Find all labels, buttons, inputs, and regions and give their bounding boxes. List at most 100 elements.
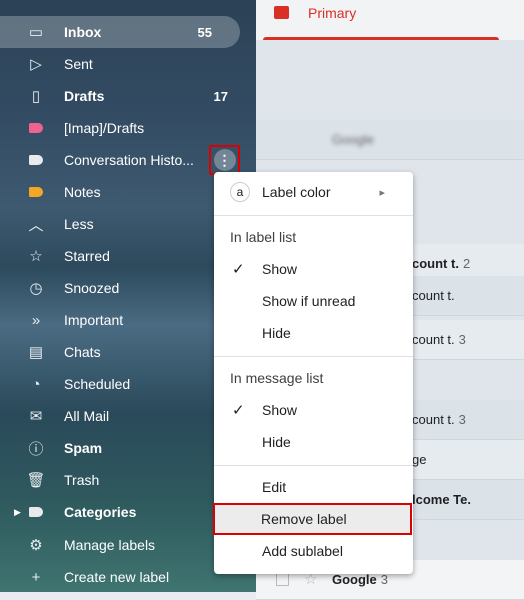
plus-icon: +	[31, 568, 41, 586]
label-color-swatch-icon: a	[230, 182, 250, 202]
unread-count: 17	[213, 88, 228, 104]
menu-item-remove-label[interactable]: Remove label	[213, 503, 412, 535]
menu-item-text: Show if unread	[262, 293, 356, 309]
email-sender: ge	[412, 452, 426, 467]
thread-count: 3	[458, 412, 466, 427]
section-heading: In message list	[230, 370, 324, 386]
label-icon	[26, 183, 46, 201]
expand-arrow-icon[interactable]: ▶	[14, 507, 21, 518]
thread-count: 2	[462, 256, 471, 271]
sidebar-item-imap-drafts[interactable]: [Imap]/Drafts	[0, 112, 256, 144]
label-options-menu: a Label color ▸ In label list ✓ Show Show i…	[213, 172, 413, 574]
submenu-arrow-icon: ▸	[379, 186, 385, 199]
gear-icon: ⚙	[29, 537, 43, 554]
sidebar-item-sent[interactable]: ▷ Sent	[0, 48, 256, 80]
sidebar-item-label: Less	[64, 216, 94, 232]
sidebar-item-inbox[interactable]: ▭ Inbox 55	[0, 16, 240, 48]
sidebar-item-label: Starred	[64, 248, 110, 264]
active-tab-indicator	[263, 37, 499, 40]
divider	[214, 356, 413, 357]
menu-item-show[interactable]: ✓ Show	[214, 253, 413, 285]
sender-text: count t.	[412, 256, 459, 271]
spam-icon: ⓘ	[28, 440, 44, 458]
inbox-icon: ▭	[28, 24, 44, 41]
star-icon: ☆	[29, 248, 43, 265]
more-vert-icon: ⋮	[213, 149, 236, 171]
chevron-up-icon: ︿	[28, 216, 44, 234]
label-icon	[26, 503, 46, 521]
trash-icon: 🗑	[26, 472, 46, 489]
menu-item-text: Show	[262, 261, 298, 277]
sidebar-item-label: Create new label	[64, 569, 170, 585]
menu-item-text: Hide	[262, 434, 291, 450]
clock-icon: ◷	[29, 280, 43, 297]
scheduled-icon: ◔	[31, 375, 41, 393]
divider	[214, 215, 413, 216]
sidebar-item-label: Inbox	[64, 24, 102, 40]
email-sender: lcome Te.	[412, 492, 471, 507]
category-tabs: Primary	[256, 0, 524, 40]
sidebar-item-label: Notes	[64, 184, 101, 200]
sidebar-item-label: All Mail	[64, 408, 110, 424]
sidebar-item-drafts[interactable]: ▯ Drafts 17	[0, 80, 256, 112]
label-icon	[26, 151, 46, 169]
menu-item-hide-in-messages[interactable]: Hide	[214, 426, 413, 458]
inbox-icon	[274, 6, 289, 19]
mail-icon: ✉	[29, 408, 43, 425]
menu-item-show-if-unread[interactable]: Show if unread	[214, 285, 413, 317]
label-icon	[26, 119, 46, 137]
chat-icon: ▤	[28, 344, 44, 361]
menu-item-label-color[interactable]: a Label color ▸	[214, 176, 413, 208]
check-icon: ✓	[232, 402, 245, 419]
email-sender: Google 3	[332, 572, 388, 587]
menu-item-text: Add sublabel	[262, 543, 343, 559]
menu-item-text: Edit	[262, 479, 287, 495]
sidebar-item-label: Manage labels	[64, 537, 156, 553]
sidebar-item-label: Scheduled	[64, 376, 131, 392]
select-checkbox[interactable]	[276, 573, 289, 586]
menu-item-text: Hide	[262, 325, 291, 341]
menu-item-edit[interactable]: Edit	[214, 471, 413, 503]
sidebar-item-label: Important	[64, 312, 124, 328]
section-heading: In label list	[230, 229, 297, 245]
sidebar-item-label: Categories	[64, 504, 137, 520]
sender-text: count t.	[412, 332, 455, 347]
menu-item-text: Label color	[262, 184, 331, 200]
sidebar-item-label: Chats	[64, 344, 101, 360]
draft-icon: ▯	[31, 88, 41, 105]
menu-item-show-in-messages[interactable]: ✓ Show	[214, 394, 413, 426]
sidebar-item-label: Spam	[64, 440, 103, 456]
sender-text: count t.	[412, 288, 455, 303]
menu-item-text: Show	[262, 402, 298, 418]
thread-count: 3	[458, 332, 466, 347]
sidebar-item-label: Snoozed	[64, 280, 120, 296]
sender-text: Google	[332, 132, 374, 147]
email-sender: count t.	[412, 288, 455, 303]
send-icon: ▷	[30, 56, 42, 73]
sidebar-item-label: Trash	[64, 472, 100, 488]
email-sender: count t. 3	[412, 412, 466, 427]
sidebar-item-label: Sent	[64, 56, 93, 72]
email-row[interactable]: Google	[256, 120, 524, 160]
sidebar-item-label: Drafts	[64, 88, 105, 104]
unread-count: 55	[197, 24, 212, 40]
menu-item-add-sublabel[interactable]: Add sublabel	[214, 535, 413, 567]
menu-item-hide[interactable]: Hide	[214, 317, 413, 349]
check-icon: ✓	[232, 261, 245, 278]
sender-text: Google	[332, 572, 377, 587]
tab-primary[interactable]: Primary	[256, 0, 506, 40]
sender-text: count t.	[412, 412, 455, 427]
sidebar-item-label: [Imap]/Drafts	[64, 120, 145, 136]
label-options-button[interactable]: ⋮	[209, 145, 240, 175]
sidebar-item-label: Conversation Histo...	[64, 152, 194, 168]
sender-text: lcome Te.	[412, 492, 472, 507]
thread-count: 3	[380, 572, 389, 587]
divider	[214, 465, 413, 466]
email-sender: count t. 2	[412, 256, 470, 271]
sender-text: ge	[412, 452, 427, 467]
email-sender: count t. 3	[412, 332, 466, 347]
important-icon: »	[31, 311, 41, 329]
menu-item-text: Remove label	[261, 511, 347, 527]
tab-label: Primary	[308, 5, 357, 21]
email-sender: Google	[332, 132, 374, 147]
